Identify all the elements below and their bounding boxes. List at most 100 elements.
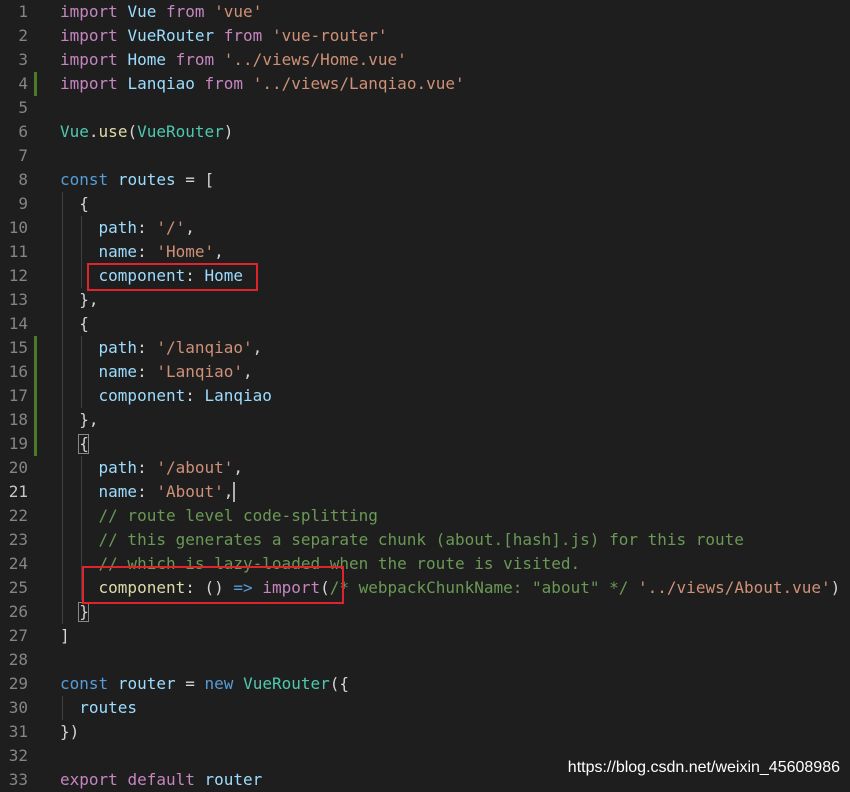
code-line[interactable]: 10 path: '/', xyxy=(0,216,850,240)
code-line[interactable]: 28 xyxy=(0,648,850,672)
code-token: path xyxy=(98,218,138,237)
line-number: 3 xyxy=(18,50,28,69)
code-editor[interactable]: 1 import Vue from 'vue' 2 import VueRouter … xyxy=(0,0,850,789)
code-text: import Home from '../views/Home.vue' xyxy=(60,48,407,72)
code-line[interactable]: 16 name: 'Lanqiao', xyxy=(0,360,850,384)
highlight-box-home-component xyxy=(87,263,258,291)
line-number: 2 xyxy=(18,26,28,45)
code-line[interactable]: 1 import Vue from 'vue' xyxy=(0,0,850,24)
line-number: 14 xyxy=(8,314,28,333)
watermark: https://blog.csdn.net/weixin_45608986 xyxy=(567,759,840,776)
code-token: path xyxy=(98,338,138,357)
code-token: , xyxy=(243,362,253,381)
code-token: }) xyxy=(60,722,80,741)
code-line[interactable]: 19 { xyxy=(0,432,850,456)
line-number: 7 xyxy=(18,146,28,165)
code-text: name: 'Home', xyxy=(60,240,224,264)
line-number: 20 xyxy=(8,458,28,477)
code-line[interactable]: 21 name: 'About', xyxy=(0,480,850,504)
code-token: '/' xyxy=(156,218,186,237)
code-token: ] xyxy=(60,626,70,645)
code-token: , xyxy=(214,242,224,261)
code-token: = xyxy=(175,674,205,693)
code-token: VueRouter xyxy=(127,26,215,45)
code-token: new xyxy=(204,674,234,693)
code-line[interactable]: 3 import Home from '../views/Home.vue' xyxy=(0,48,850,72)
code-line[interactable]: 4 import Lanqiao from '../views/Lanqiao.v… xyxy=(0,72,850,96)
code-token: ) xyxy=(223,122,234,141)
code-text: // route level code-splitting xyxy=(60,504,378,528)
code-token: const xyxy=(60,674,109,693)
code-token: 'vue-router' xyxy=(271,26,388,45)
code-token: '/about' xyxy=(156,458,234,477)
code-token: Lanqiao xyxy=(204,386,272,405)
code-token: : xyxy=(185,386,205,405)
code-line[interactable]: 6 Vue.use(VueRouter) xyxy=(0,120,850,144)
indent-guide xyxy=(81,336,82,408)
code-text: name: 'Lanqiao', xyxy=(60,360,253,384)
code-token: , xyxy=(223,482,234,501)
code-line[interactable]: 5 xyxy=(0,96,850,120)
line-number: 26 xyxy=(8,602,28,621)
code-line[interactable]: 27] xyxy=(0,624,850,648)
code-line[interactable]: 29 const router = new VueRouter({ xyxy=(0,672,850,696)
code-line[interactable]: 22 // route level code-splitting xyxy=(0,504,850,528)
code-token: VueRouter xyxy=(243,674,330,693)
line-number: 28 xyxy=(8,650,28,669)
code-line[interactable]: 30 routes xyxy=(0,696,850,720)
code-text: // this generates a separate chunk (abou… xyxy=(60,528,744,552)
code-token: , xyxy=(252,338,263,357)
code-line[interactable]: 2 import VueRouter from 'vue-router' xyxy=(0,24,850,48)
code-token: use xyxy=(98,122,128,141)
code-text: routes xyxy=(60,696,137,720)
code-token: name xyxy=(98,362,138,381)
matching-bracket-open xyxy=(78,434,89,454)
code-line[interactable]: 18 }, xyxy=(0,408,850,432)
git-modified-marker xyxy=(34,336,37,456)
code-token: '../views/Home.vue' xyxy=(223,50,407,69)
code-line[interactable]: 9 { xyxy=(0,192,850,216)
code-token: import xyxy=(60,2,118,21)
code-text: import Lanqiao from '../views/Lanqiao.vu… xyxy=(60,72,465,96)
code-token: import xyxy=(60,50,118,69)
code-line[interactable]: 17 component: Lanqiao xyxy=(0,384,850,408)
code-line[interactable]: 13 }, xyxy=(0,288,850,312)
line-number: 32 xyxy=(8,746,28,765)
code-line[interactable]: 20 path: '/about', xyxy=(0,456,850,480)
code-text: ] xyxy=(60,624,70,648)
code-text: { xyxy=(60,192,89,216)
code-text: Vue.use(VueRouter) xyxy=(60,120,233,144)
code-line[interactable]: 7 xyxy=(0,144,850,168)
text-cursor xyxy=(233,482,235,502)
code-token: import xyxy=(60,74,118,93)
line-number: 17 xyxy=(8,386,28,405)
code-text: path: '/lanqiao', xyxy=(60,336,263,360)
line-number: 16 xyxy=(8,362,28,381)
line-number: 31 xyxy=(8,722,28,741)
code-line[interactable]: 15 path: '/lanqiao', xyxy=(0,336,850,360)
code-line[interactable]: 8 const routes = [ xyxy=(0,168,850,192)
code-line[interactable]: 14 { xyxy=(0,312,850,336)
code-text: export default router xyxy=(60,768,262,792)
code-text: }) xyxy=(60,720,79,744)
code-token: }, xyxy=(60,290,99,309)
code-token: ) xyxy=(830,578,841,597)
code-token: routes xyxy=(79,698,138,717)
git-modified-marker xyxy=(34,72,37,96)
code-token: 'Home' xyxy=(156,242,215,261)
code-line[interactable]: 31}) xyxy=(0,720,850,744)
code-token: ({ xyxy=(329,674,350,693)
code-line[interactable]: 23 // this generates a separate chunk (a… xyxy=(0,528,850,552)
code-token: from xyxy=(204,74,244,93)
code-line[interactable]: 11 name: 'Home', xyxy=(0,240,850,264)
